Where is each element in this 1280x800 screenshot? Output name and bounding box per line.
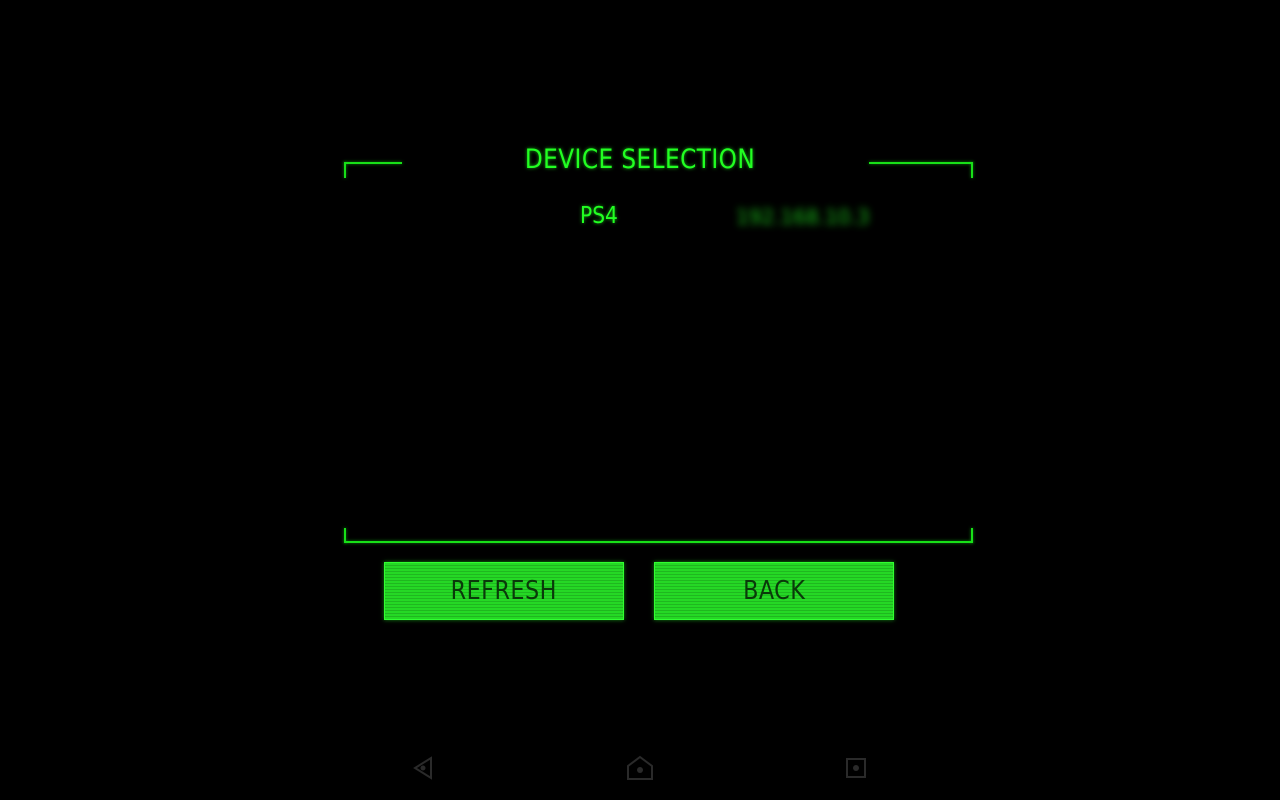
frame-top-right-tick <box>971 162 973 178</box>
home-icon <box>627 755 653 780</box>
nav-home-button[interactable] <box>620 748 660 788</box>
back-button[interactable]: BACK <box>654 562 894 620</box>
device-list-item[interactable]: PS4 192.168.10.3 <box>560 203 900 237</box>
frame-top-right-line <box>869 162 973 164</box>
nav-recent-apps-button[interactable] <box>836 748 876 788</box>
back-button-label: BACK <box>742 576 806 606</box>
frame-bottom-line <box>344 541 973 543</box>
frame-top-left-line <box>344 162 402 164</box>
refresh-button[interactable]: REFRESH <box>384 562 624 620</box>
frame-bottom-right-tick <box>971 528 973 543</box>
frame-top-left-tick <box>344 162 346 178</box>
system-navigation-bar <box>0 740 1280 800</box>
frame-bottom-left-tick <box>344 528 346 543</box>
triangle-back-icon <box>413 756 432 780</box>
page-title: DEVICE SELECTION <box>524 144 756 175</box>
square-recent-icon <box>846 758 866 778</box>
refresh-button-label: REFRESH <box>450 576 558 606</box>
device-address: 192.168.10.3 <box>736 205 870 229</box>
nav-back-button[interactable] <box>404 748 444 788</box>
device-name: PS4 <box>580 203 618 229</box>
